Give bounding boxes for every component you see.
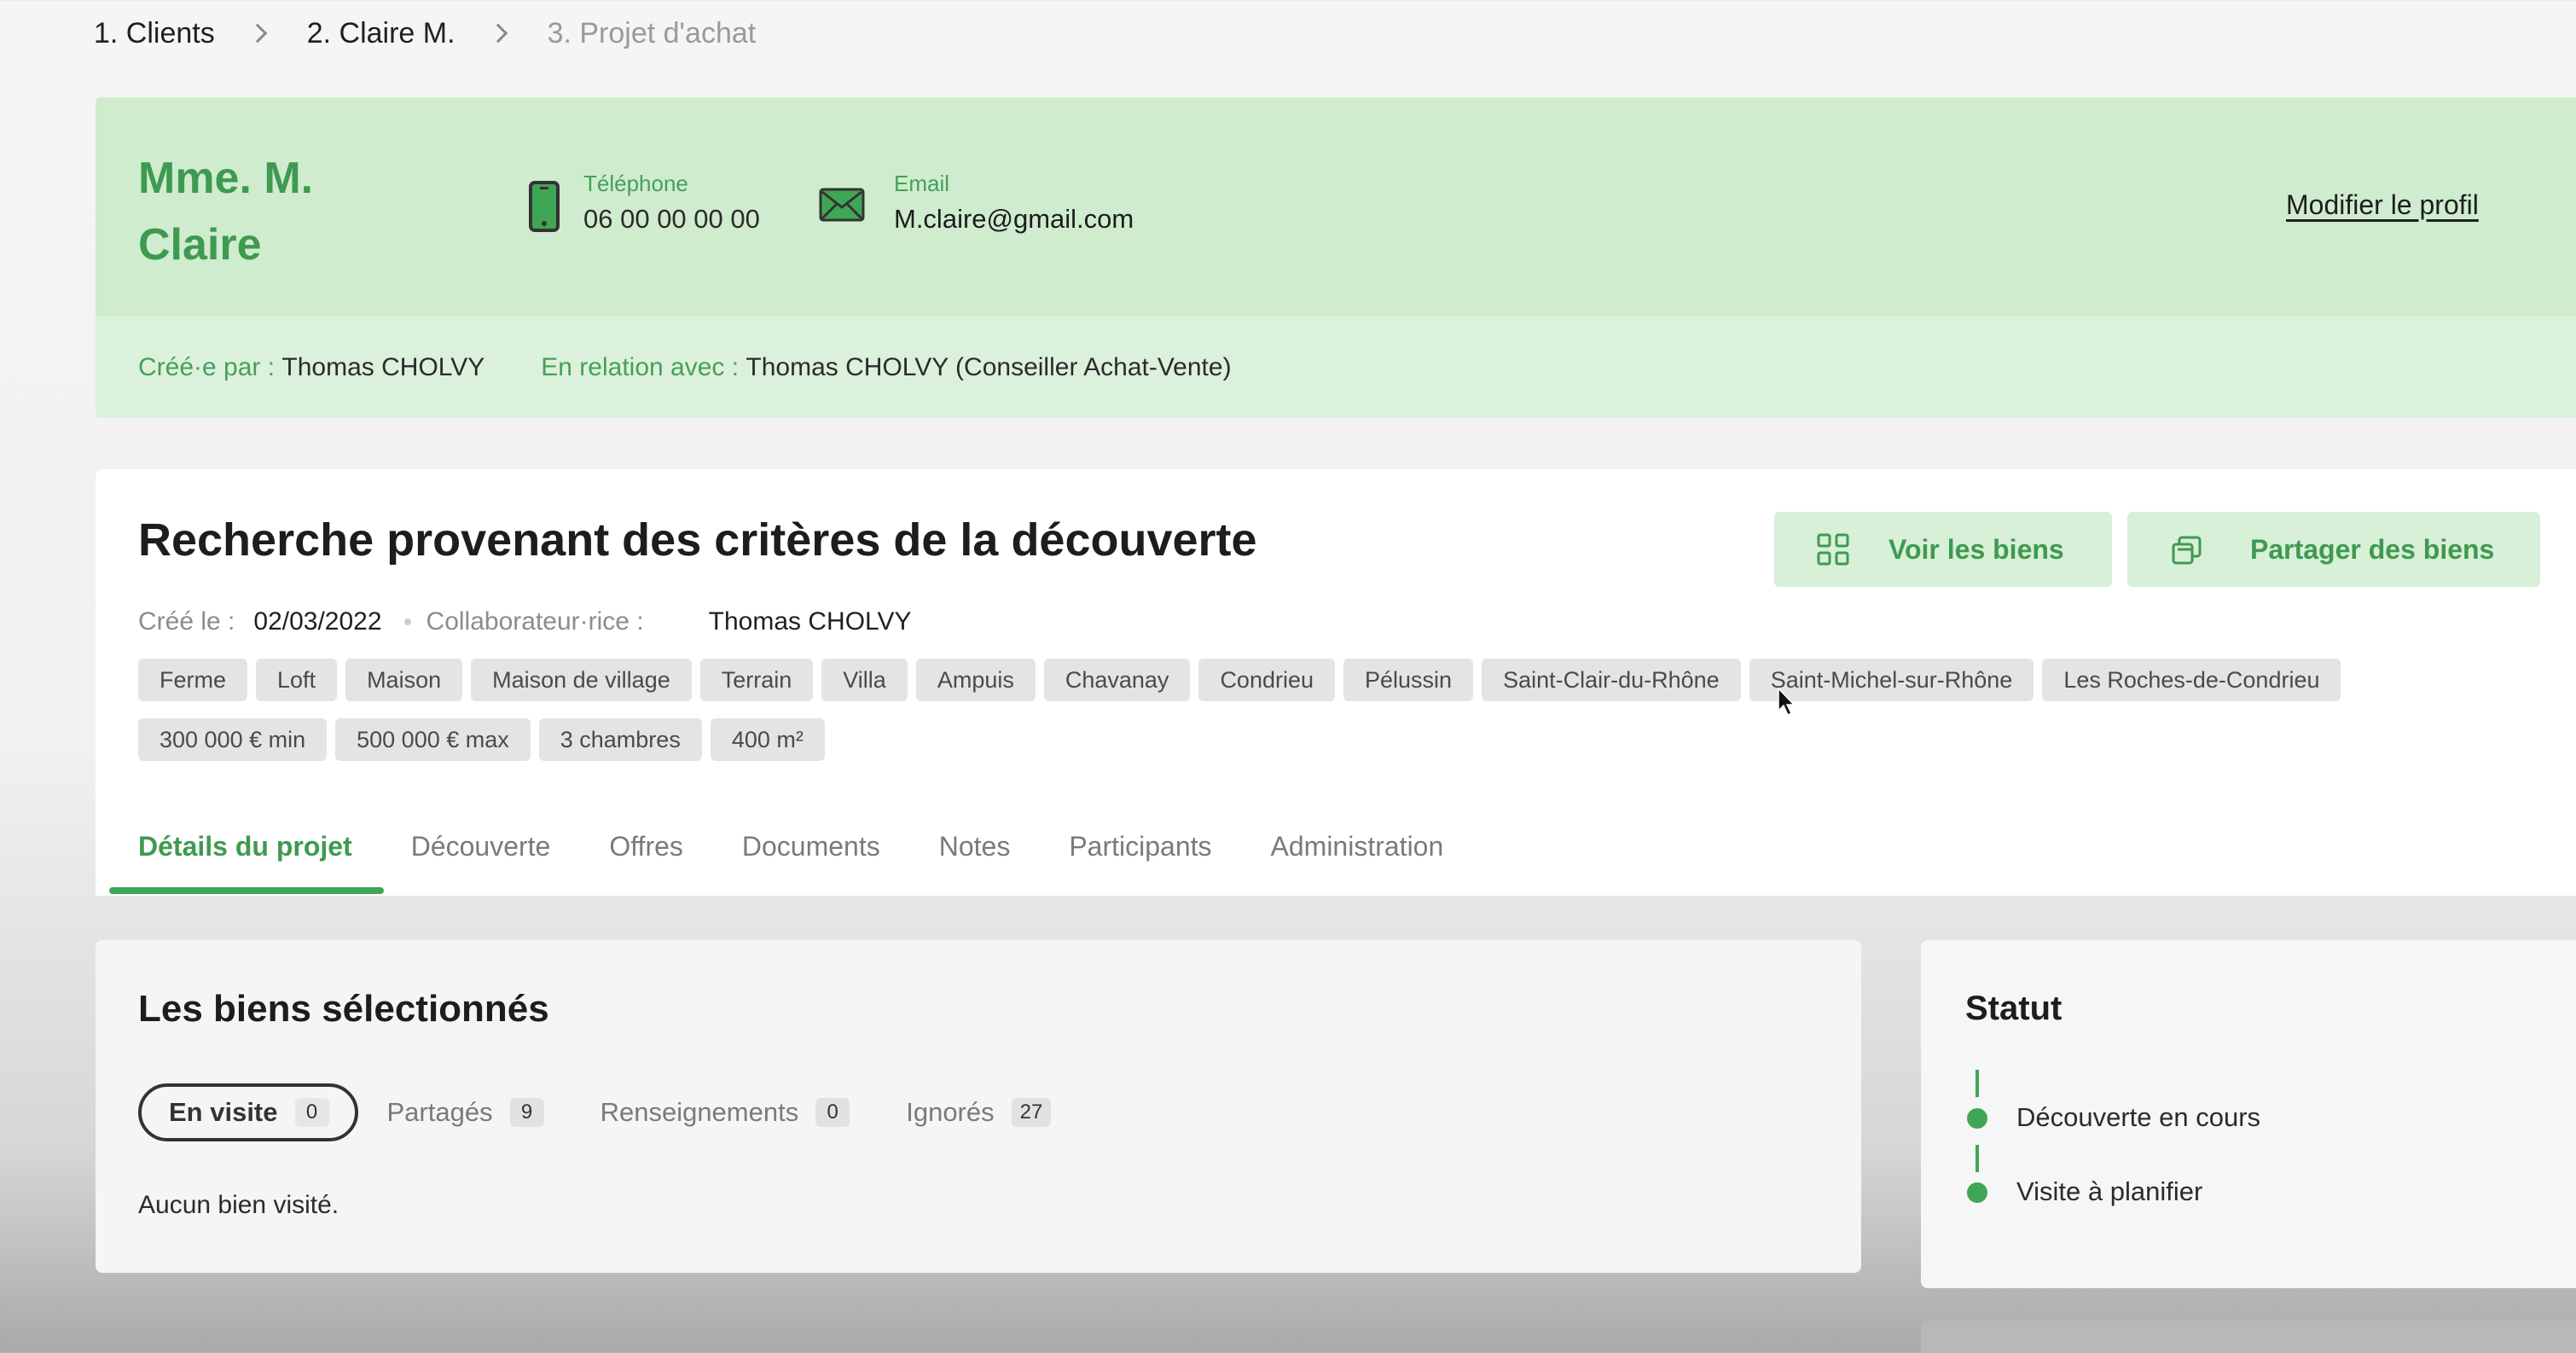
share-properties-button[interactable]: Partager des biens: [2127, 512, 2540, 587]
tab-offres[interactable]: Offres: [609, 831, 683, 862]
relation-value: Thomas CHOLVY (Conseiller Achat-Vente): [746, 353, 1232, 381]
email-label: Email: [894, 171, 950, 196]
empty-state-text: Aucun bien visité.: [138, 1191, 339, 1219]
breadcrumb-clients[interactable]: 1. Clients: [94, 17, 215, 50]
status-title: Statut: [1965, 990, 2063, 1027]
created-by-label: Créé·e par :: [138, 353, 276, 381]
breadcrumb-project: 3. Projet d'achat: [547, 16, 757, 49]
filter-ignores[interactable]: Ignorés 27: [906, 1097, 1052, 1128]
profile-meta: Créé·e par : Thomas CHOLVY En relation a…: [138, 353, 1232, 382]
copy-icon: [2172, 536, 2202, 565]
breadcrumb-client[interactable]: 2. Claire M.: [307, 17, 455, 50]
criteria-tag: Condrieu: [1198, 659, 1336, 701]
tab-administration[interactable]: Administration: [1271, 831, 1444, 862]
filter-partages[interactable]: Partagés 9: [387, 1097, 544, 1128]
email-value[interactable]: M.claire@gmail.com: [894, 204, 1134, 235]
status-card: Statut Découverte en cours Visite à plan…: [1921, 940, 2576, 1288]
search-card: Recherche provenant des critères de la d…: [96, 469, 2576, 896]
timeline-connector: [1976, 1070, 1979, 1097]
tab-decouverte[interactable]: Découverte: [411, 831, 551, 862]
chevron-right-icon: [247, 23, 268, 44]
filter-label: Renseignements: [600, 1097, 799, 1127]
filter-label: Partagés: [386, 1097, 493, 1127]
criteria-tags: Ferme Loft Maison Maison de village Terrain V…: [138, 659, 2527, 761]
collaborator-label: Collaborateur·rice :: [426, 607, 644, 636]
property-filters: En visite 0 Partagés 9 Renseignements 0 Ignoré…: [138, 1083, 1107, 1141]
criteria-tag: 500 000 € max: [335, 718, 531, 761]
selected-properties-card: Les biens sélectionnés En visite 0 Partagé…: [96, 940, 1861, 1273]
chevron-right-icon: [488, 23, 508, 44]
tab-participants[interactable]: Participants: [1069, 831, 1211, 862]
criteria-tag: Saint-Clair-du-Rhône: [1482, 659, 1741, 701]
view-properties-label: Voir les biens: [1888, 533, 2064, 565]
criteria-tag: Ampuis: [915, 659, 1036, 701]
relation-label: En relation avec :: [541, 353, 740, 381]
criteria-tag: 3 chambres: [538, 718, 702, 761]
phone-label: Téléphone: [583, 171, 688, 196]
timeline-dot: [1967, 1182, 1987, 1203]
created-date-value: 02/03/2022: [253, 607, 382, 636]
criteria-tag: 400 m²: [710, 718, 825, 761]
timeline-dot: [1967, 1108, 1987, 1129]
tab-notes[interactable]: Notes: [939, 831, 1011, 862]
filter-renseignements[interactable]: Renseignements 0: [600, 1097, 850, 1128]
tab-details-du-projet[interactable]: Détails du projet: [138, 831, 352, 862]
timeline-connector: [1976, 1145, 1979, 1172]
edit-profile-link[interactable]: Modifier le profil: [2286, 189, 2479, 221]
filter-label: En visite: [169, 1097, 278, 1127]
view-properties-button[interactable]: Voir les biens: [1774, 512, 2112, 587]
filter-count-badge: 27: [1011, 1098, 1052, 1127]
tab-documents[interactable]: Documents: [742, 831, 880, 862]
mail-icon: [819, 188, 865, 222]
breadcrumb: 1. Clients 2. Claire M. 3. Projet d'acha…: [94, 12, 756, 55]
criteria-tag: Chavanay: [1043, 659, 1191, 701]
search-meta: Créé le : 02/03/2022 Collaborateur·rice …: [138, 607, 912, 636]
criteria-tag: Terrain: [699, 659, 814, 701]
next-card-peek: [1921, 1321, 2576, 1353]
collaborator-value: Thomas CHOLVY: [708, 607, 912, 636]
phone-contact: Téléphone 06 00 00 00 00: [529, 171, 760, 235]
filter-en-visite[interactable]: En visite 0: [138, 1083, 358, 1141]
criteria-tag: Maison de village: [471, 659, 692, 701]
email-contact: Email M.claire@gmail.com: [819, 171, 1134, 235]
separator-dot: [403, 618, 411, 625]
criteria-tag: 300 000 € min: [138, 718, 328, 761]
created-by-value: Thomas CHOLVY: [281, 353, 485, 381]
filter-label: Ignorés: [906, 1097, 995, 1127]
filter-count-badge: 9: [509, 1098, 544, 1127]
share-properties-label: Partager des biens: [2250, 533, 2495, 565]
grid-icon: [1817, 533, 1849, 566]
profile-header: Mme. M. Claire Téléphone 06 00 00 00 00 …: [96, 97, 2576, 316]
selected-properties-title: Les biens sélectionnés: [138, 988, 549, 1030]
mouse-cursor-icon: [1778, 688, 1796, 717]
phone-icon: [529, 181, 560, 232]
status-step: Visite à planifier: [2016, 1176, 2203, 1206]
search-title: Recherche provenant des critères de la d…: [138, 514, 1257, 566]
filter-count-badge: 0: [815, 1098, 850, 1127]
criteria-tag: Villa: [821, 659, 908, 701]
status-step: Découverte en cours: [2016, 1102, 2261, 1132]
criteria-tag: Maison: [345, 659, 463, 701]
phone-value[interactable]: 06 00 00 00 00: [583, 204, 760, 235]
criteria-tag: Loft: [256, 659, 338, 701]
criteria-tag: Les Roches-de-Condrieu: [2042, 659, 2341, 701]
criteria-tag: Ferme: [138, 659, 248, 701]
criteria-tag: Pélussin: [1343, 659, 1474, 701]
created-date-label: Créé le :: [138, 607, 235, 636]
active-tab-indicator: [109, 887, 384, 894]
project-tabs: Détails du projet Découverte Offres Documen…: [138, 831, 1502, 862]
client-name: Mme. M. Claire: [138, 154, 314, 270]
filter-count-badge: 0: [294, 1098, 329, 1127]
client-profile-card: Mme. M. Claire Téléphone 06 00 00 00 00 …: [96, 97, 2576, 418]
